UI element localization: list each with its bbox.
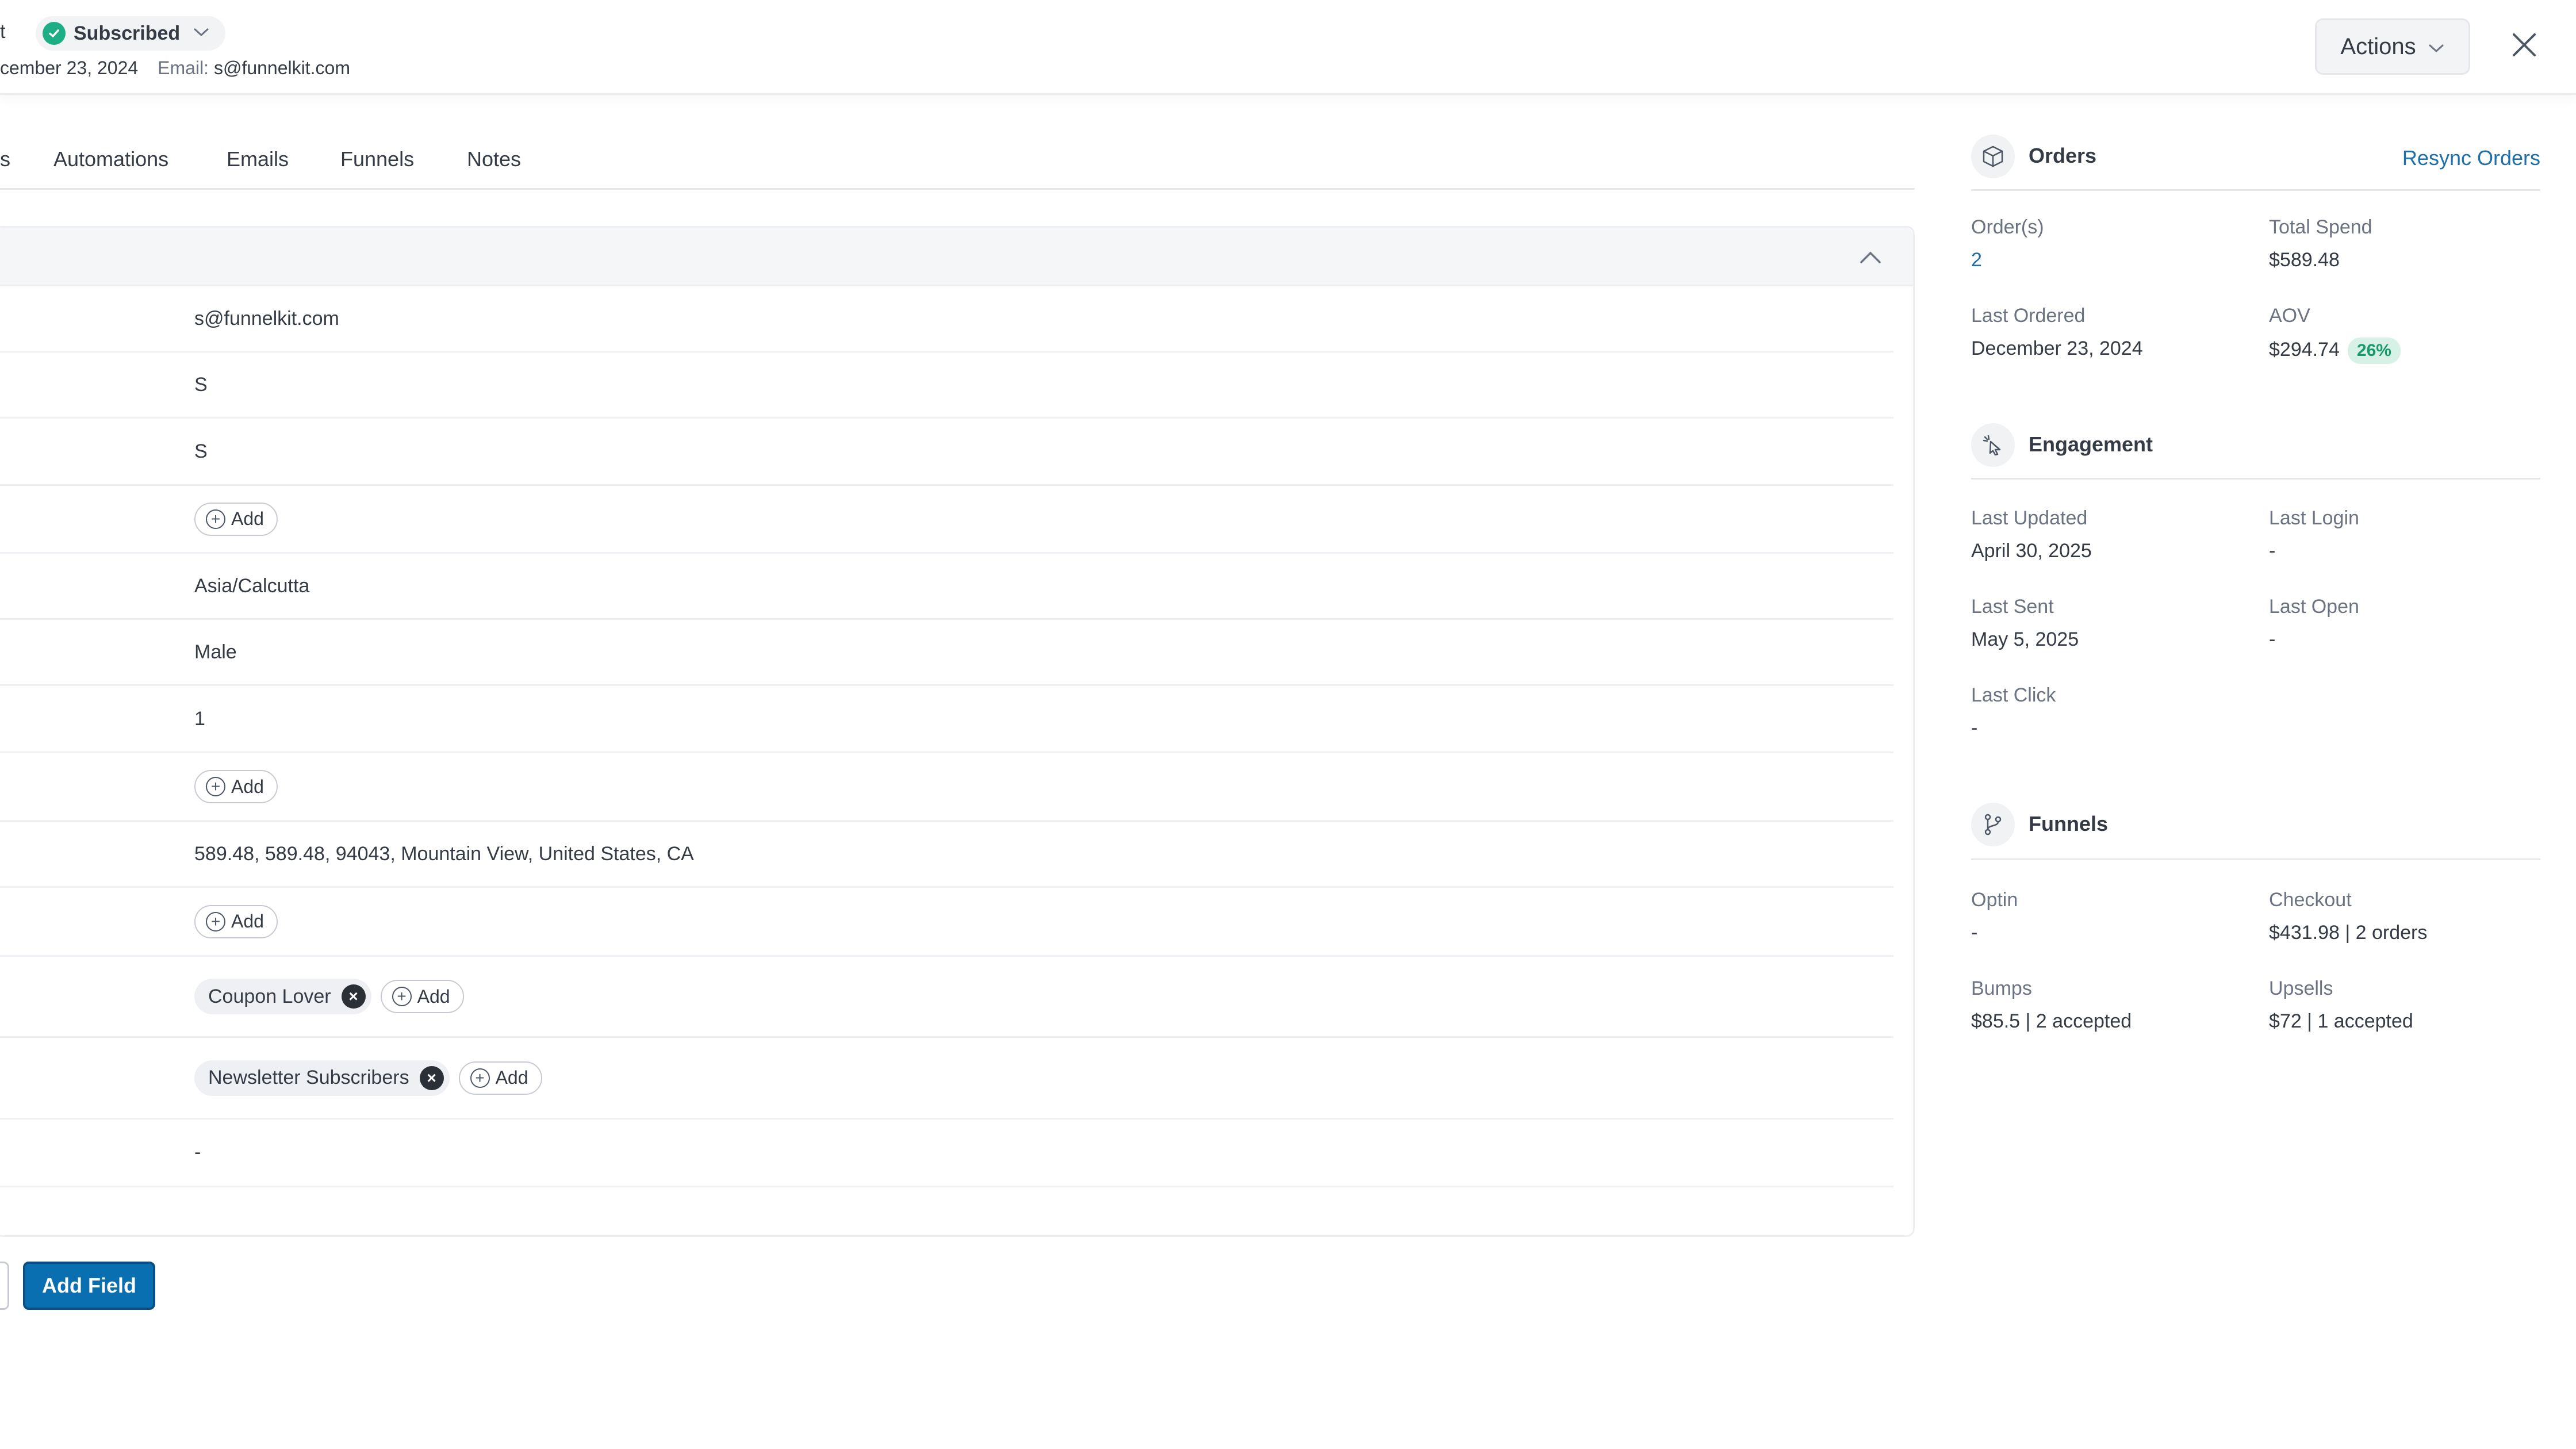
box-icon [1971, 135, 2015, 178]
add-list-button[interactable]: + Add [458, 1061, 542, 1095]
remove-icon[interactable]: × [419, 1065, 444, 1090]
plus-icon: + [206, 509, 225, 529]
contact-header: t Subscribed cember 23, 2024 Email: s@fun… [0, 0, 2576, 95]
engagement-stats: Last Updated April 30, 2025 Last Login - L… [1971, 480, 2540, 795]
field-row-timezone: Asia/Calcutta [0, 554, 1893, 620]
funnels-stats: Optin - Checkout $431.98 | 2 orders Bumps $… [1971, 860, 2540, 1090]
secondary-button-fragment[interactable] [0, 1262, 9, 1310]
add-button[interactable]: + Add [194, 502, 278, 536]
field-row-first-name: S [0, 352, 1893, 419]
aov-percent-badge: 26% [2347, 338, 2401, 364]
field-row-last: - [0, 1120, 1893, 1187]
close-icon[interactable] [2512, 32, 2537, 57]
plus-icon: + [470, 1068, 490, 1088]
field-value-last-name: S [194, 440, 208, 462]
actions-label: Actions [2340, 33, 2416, 59]
checkout: Checkout $431.98 | 2 orders [2269, 889, 2428, 944]
field-row-gender: Male [0, 620, 1893, 686]
created-date: cember 23, 2024 [0, 57, 139, 78]
field-row-empty-2: + Add [0, 753, 1893, 822]
last-updated: Last Updated April 30, 2025 [1971, 507, 2092, 562]
field-value-address: 589.48, 589.48, 94043, Mountain View, Un… [194, 842, 694, 865]
chevron-down-icon [193, 26, 210, 41]
optin: Optin - [1971, 889, 2018, 944]
status-label: Subscribed [74, 22, 181, 44]
plus-icon: + [392, 987, 412, 1006]
cursor-click-icon [1971, 423, 2015, 467]
tab-fragment[interactable]: s [0, 147, 10, 171]
field-row-last-name: S [0, 419, 1893, 486]
list-chip: Newsletter Subscribers × [194, 1060, 450, 1096]
field-value-email: s@funnelkit.com [194, 307, 339, 329]
chevron-down-icon [2428, 34, 2445, 60]
actions-button[interactable]: Actions [2315, 18, 2470, 75]
engagement-section-header: Engagement [1971, 415, 2540, 480]
last-ordered: Last Ordered December 23, 2024 [1971, 305, 2143, 359]
upsells: Upsells $72 | 1 accepted [2269, 977, 2413, 1032]
field-row-empty-3: + Add [0, 888, 1893, 957]
field-row-address: 589.48, 589.48, 94043, Mountain View, Un… [0, 822, 1893, 888]
tag-chip: Coupon Lover × [194, 979, 371, 1014]
total-spend: Total Spend $589.48 [2269, 216, 2372, 271]
git-branch-icon [1971, 803, 2015, 846]
card-header[interactable] [0, 228, 1913, 286]
tab-automations[interactable]: Automations [53, 147, 168, 171]
tag-label: Coupon Lover [208, 985, 331, 1007]
subscription-status-dropdown[interactable]: Subscribed [36, 16, 225, 51]
last-click: Last Click - [1971, 684, 2056, 739]
aov: AOV $294.74 26% [2269, 305, 2401, 364]
last-open: Last Open - [2269, 596, 2359, 650]
contact-meta: cember 23, 2024 Email: s@funnelkit.com [0, 57, 350, 79]
resync-orders-link[interactable]: Resync Orders [2402, 146, 2540, 170]
field-value-first-name: S [194, 373, 208, 396]
field-value-gender: Male [194, 641, 237, 663]
engagement-title: Engagement [2029, 432, 2153, 456]
plus-icon: + [206, 777, 225, 796]
email-label: Email: [158, 57, 209, 78]
field-row-number: 1 [0, 686, 1893, 753]
add-field-button[interactable]: Add Field [23, 1262, 155, 1310]
tab-bar: s Automations Emails Funnels Notes [0, 138, 1915, 190]
last-sent: Last Sent May 5, 2025 [1971, 596, 2079, 650]
tab-notes[interactable]: Notes [467, 147, 521, 171]
orders-title: Orders [2029, 144, 2097, 167]
contact-fields-card: s@funnelkit.com S S + Add Asia/Calcutta M… [0, 226, 1915, 1237]
field-row-email: s@funnelkit.com [0, 286, 1893, 352]
remove-icon[interactable]: × [341, 984, 366, 1009]
field-row-empty-1: + Add [0, 486, 1893, 554]
add-button[interactable]: + Add [194, 904, 278, 938]
contact-summary-panel: Orders Resync Orders Order(s) 2 Total Spe… [1971, 126, 2540, 1090]
chevron-up-icon[interactable] [1858, 248, 1883, 266]
header-email: s@funnelkit.com [213, 57, 350, 78]
last-login: Last Login - [2269, 507, 2359, 562]
field-value-number: 1 [194, 707, 205, 730]
list-label: Newsletter Subscribers [208, 1067, 409, 1088]
orders-stats: Order(s) 2 Total Spend $589.48 Last Ordere… [1971, 191, 2540, 415]
orders-section-header: Orders Resync Orders [1971, 126, 2540, 191]
check-circle-icon [43, 22, 66, 45]
field-row-lists: Newsletter Subscribers × + Add [0, 1038, 1893, 1120]
field-rows: s@funnelkit.com S S + Add Asia/Calcutta M… [0, 286, 1893, 1187]
orders-count: Order(s) 2 [1971, 216, 2044, 271]
bumps: Bumps $85.5 | 2 accepted [1971, 977, 2132, 1032]
tab-funnels[interactable]: Funnels [340, 147, 414, 171]
funnels-title: Funnels [2029, 812, 2109, 835]
add-button[interactable]: + Add [194, 770, 278, 803]
add-tag-button[interactable]: + Add [380, 980, 464, 1013]
orders-count-link[interactable]: 2 [1971, 249, 2044, 271]
contact-name: t [0, 21, 6, 43]
field-value-timezone: Asia/Calcutta [194, 574, 310, 597]
plus-icon: + [206, 911, 225, 931]
funnels-section-header: Funnels [1971, 795, 2540, 860]
tab-emails[interactable]: Emails [227, 147, 289, 171]
field-row-tags: Coupon Lover × + Add [0, 957, 1893, 1038]
field-value-last: - [194, 1141, 201, 1163]
